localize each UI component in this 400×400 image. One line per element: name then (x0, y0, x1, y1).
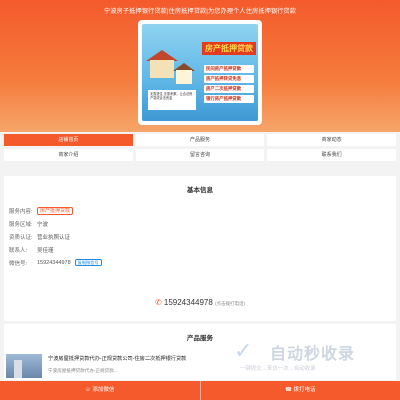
nav-message[interactable]: 留言咨询 (135, 149, 265, 161)
banner-list-item: 民间房产抵押贷款 (204, 65, 254, 73)
banner-sign: 房产抵押贷款 (202, 42, 256, 55)
info-row-service: 服务内容: 房产抵押贷款 (4, 204, 396, 217)
banner-note: 无需进住 无需考察，让合法房产变成合法资金 (148, 90, 196, 110)
info-row-wechat: 微信号: 15924344978 复制微信号 (4, 256, 396, 269)
watermark-logo-icon: ✓ (234, 338, 253, 363)
nav-products[interactable]: 产品服务 (135, 134, 265, 146)
banner-list: 民间房产抵押贷款 房产抵押转贷免息 房产二次抵押贷款 银行房产抵押贷款 (204, 65, 254, 105)
call-label: 拨打电话 (293, 387, 316, 393)
phone-call-link[interactable]: ✆ 15924344978 (点击拨打电话) (0, 298, 400, 307)
info-row-area: 服务区域: 宁波 (4, 217, 396, 230)
area-label: 服务区域: (9, 221, 33, 228)
product-thumbnail (6, 354, 42, 378)
phone-number: 15924344978 (163, 298, 213, 307)
wechat-value: 15924344978 (37, 259, 71, 266)
wechat-label: 微信号: (9, 260, 28, 267)
phone-icon: ✆ (154, 298, 162, 307)
phone-note: (点击拨打电话) (215, 301, 246, 306)
contact-value: 吴佳瑾 (37, 247, 54, 254)
page-title: 宁波房子抵押银行贷款|住房抵押贷款|为您办理个人住房抵押银行贷款 (103, 8, 297, 15)
copy-wechat-button[interactable]: 复制微信号 (74, 259, 102, 266)
nav-news[interactable]: 商家动态 (267, 134, 396, 146)
watermark: ✓ 自动秒收录 一键提交→来访一次→自动收录 (234, 338, 384, 378)
service-label: 服务内容: (9, 208, 33, 215)
cert-value: 营业执照认证 (37, 234, 71, 241)
service-tag: 房产抵押贷款 (37, 206, 74, 215)
add-wechat-button[interactable]: ☺ 添加微信 (0, 381, 200, 400)
product-title: 宁波房屋抵押贷款代办-正规贷款公司-住房二次抵押银行贷款 (48, 356, 187, 362)
add-wechat-label: 添加微信 (92, 387, 115, 393)
watermark-subtext: 一键提交→来访一次→自动收录 (240, 366, 316, 372)
nav-about[interactable]: 商家介绍 (4, 149, 133, 161)
product-subtitle: 宁波房屋抵押贷款代办-正规贷款... (48, 368, 118, 373)
banner-list-item: 房产抵押转贷免息 (204, 75, 254, 83)
watermark-text: 自动秒收录 (270, 346, 356, 363)
bottom-action-bar: ☺ 添加微信 ☎ 拨打电话 (0, 381, 400, 400)
call-button[interactable]: ☎ 拨打电话 (199, 381, 400, 400)
area-value: 宁波 (37, 221, 49, 228)
nav-contact[interactable]: 联系我们 (267, 149, 396, 161)
cert-label: 资质认证: (9, 234, 33, 241)
contact-label: 联系人: (9, 247, 28, 254)
house-icon (150, 60, 174, 78)
shop-nav: 店铺首页 产品服务 商家动态 商家介绍 留言咨询 联系我们 (4, 134, 396, 161)
info-row-contact: 联系人: 吴佳瑾 (4, 243, 396, 256)
header-banner: 宁波房子抵押银行贷款|住房抵押贷款|为您办理个人住房抵押银行贷款 房产抵押贷款 … (0, 0, 400, 132)
promo-banner-image: 房产抵押贷款 民间房产抵押贷款 房产抵押转贷免息 房产二次抵押贷款 银行房产抵押… (138, 20, 262, 125)
small-house-icon (176, 70, 192, 84)
banner-list-item: 银行房产抵押贷款 (204, 95, 254, 103)
banner-list-item: 房产二次抵押贷款 (204, 85, 254, 93)
nav-shop-home[interactable]: 店铺首页 (4, 134, 133, 146)
basic-info-title: 基本信息 (187, 187, 213, 194)
info-row-cert: 资质认证: 营业执照认证 (4, 230, 396, 243)
